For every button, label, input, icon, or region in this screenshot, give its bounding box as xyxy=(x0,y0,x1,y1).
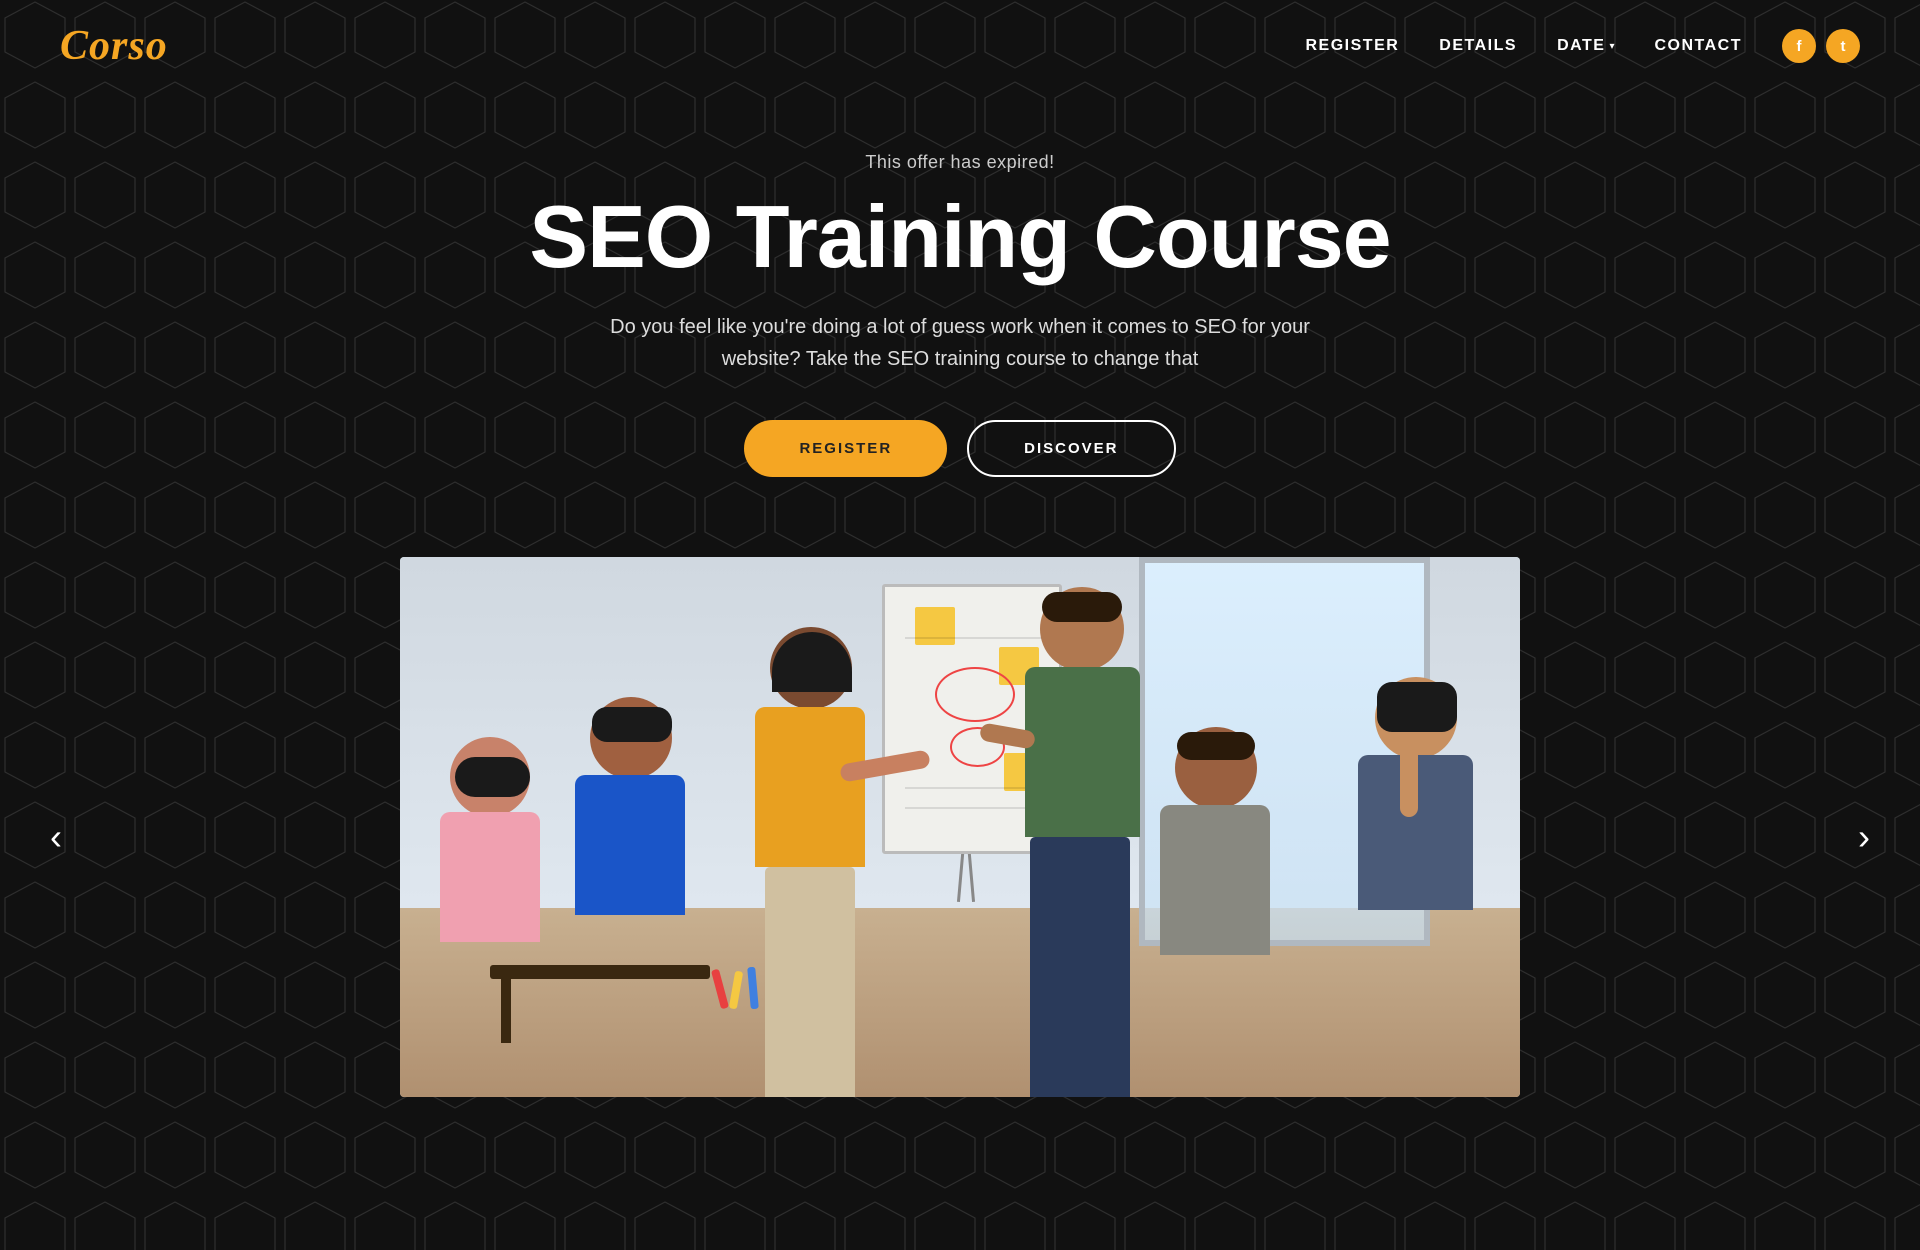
person-1-hair xyxy=(455,757,530,797)
person-3 xyxy=(1120,667,1320,1097)
discover-button[interactable]: DISCOVER xyxy=(967,420,1175,477)
navbar: Corso REGISTER DETAILS DATE ▾ CONTACT f … xyxy=(0,0,1920,92)
person-2 xyxy=(530,657,730,1097)
person-4 xyxy=(1310,637,1520,1097)
slider-next-button[interactable]: › xyxy=(1838,796,1890,878)
hero-section: This offer has expired! SEO Training Cou… xyxy=(0,92,1920,527)
presenter-2-legs xyxy=(1030,837,1130,1097)
nav-right: REGISTER DETAILS DATE ▾ CONTACT f t xyxy=(1306,29,1861,63)
sticky-note-1 xyxy=(915,607,955,645)
logo[interactable]: Corso xyxy=(60,22,168,70)
offer-expired-text: This offer has expired! xyxy=(20,152,1900,173)
person-3-body xyxy=(1160,805,1270,955)
chevron-down-icon: ▾ xyxy=(1609,41,1614,52)
slider-wrapper: ‹ xyxy=(0,557,1920,1117)
nav-item-date[interactable]: DATE ▾ xyxy=(1557,37,1614,55)
nav-link-details[interactable]: DETAILS xyxy=(1439,37,1517,54)
nav-item-contact[interactable]: CONTACT xyxy=(1654,37,1742,55)
facebook-icon[interactable]: f xyxy=(1782,29,1816,63)
person-2-hair xyxy=(592,707,672,742)
presenter-1 xyxy=(710,617,910,1097)
presenter-2-hair xyxy=(1042,592,1122,622)
slider-prev-button[interactable]: ‹ xyxy=(30,796,82,878)
person-2-body xyxy=(575,775,685,915)
person-1-body xyxy=(440,812,540,942)
twitter-icon[interactable]: t xyxy=(1826,29,1860,63)
hero-description: Do you feel like you're doing a lot of g… xyxy=(600,311,1320,375)
nav-link-date[interactable]: DATE xyxy=(1557,37,1605,55)
social-icons: f t xyxy=(1782,29,1860,63)
presenter-1-legs xyxy=(765,867,855,1097)
nav-links: REGISTER DETAILS DATE ▾ CONTACT xyxy=(1306,37,1743,55)
slider-section: ‹ xyxy=(0,557,1920,1117)
hero-buttons: REGISTER DISCOVER xyxy=(20,420,1900,477)
table-items xyxy=(714,965,759,1016)
nav-link-contact[interactable]: CONTACT xyxy=(1654,37,1742,54)
person-4-hair xyxy=(1377,682,1457,732)
person-3-hair xyxy=(1177,732,1255,760)
nav-item-register[interactable]: REGISTER xyxy=(1306,37,1400,55)
register-button[interactable]: REGISTER xyxy=(744,420,947,477)
hero-title: SEO Training Course xyxy=(20,191,1900,283)
nav-item-details[interactable]: DETAILS xyxy=(1439,37,1517,55)
presenter-1-body xyxy=(755,707,865,867)
slider-image xyxy=(400,557,1520,1097)
person-4-arm xyxy=(1400,737,1418,817)
nav-link-register[interactable]: REGISTER xyxy=(1306,37,1400,54)
